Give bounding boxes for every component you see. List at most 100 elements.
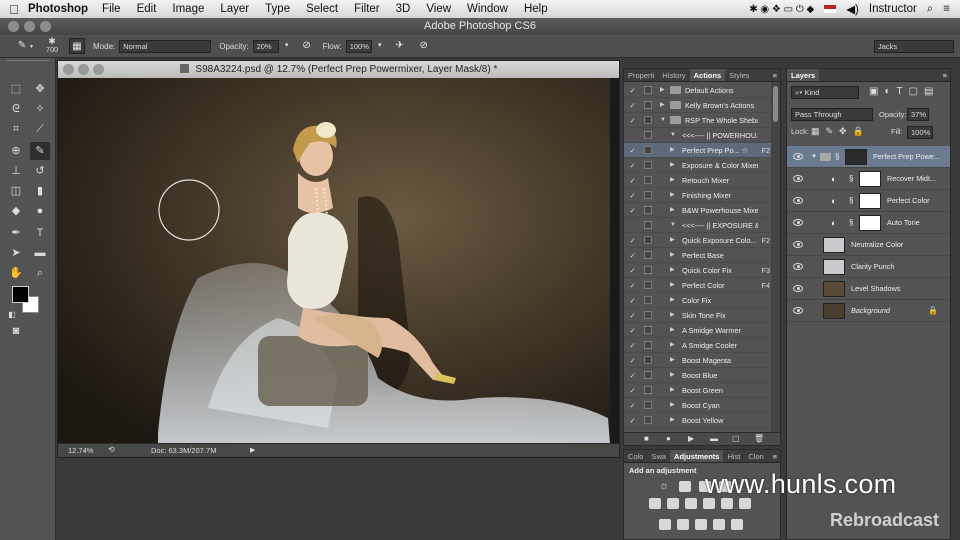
minimize-document-button[interactable] [78,64,89,75]
foreground-color-swatch[interactable] [12,286,29,303]
actions-scroll-thumb[interactable] [773,86,778,122]
marquee-tool-icon[interactable]: ⬚ [6,80,26,98]
layer-row[interactable]: Background 🔒 [787,300,950,322]
visibility-eye-icon[interactable] [793,285,803,292]
zoom-reset-icon[interactable]: ⟲ [108,445,115,454]
eyedropper-tool-icon[interactable]: ⟋ [30,120,50,138]
tab-layers[interactable]: Layers [787,69,820,81]
menu-filter[interactable]: Filter [354,3,380,15]
dialog-toggle-box[interactable] [644,401,652,409]
collapsed-triangle-icon[interactable]: ▶ [670,368,675,383]
menu-image[interactable]: Image [172,3,204,15]
blend-mode-select[interactable]: Pass Through [791,108,873,121]
apple-menu-icon[interactable]:  [0,2,28,17]
tab-clone-source[interactable]: Clon [744,450,767,462]
layer-row[interactable]: Neutralize Color [787,234,950,256]
user-menu[interactable]: Instructor [869,3,917,15]
dialog-toggle-box[interactable] [644,386,652,394]
checkmark-icon[interactable]: ✓ [628,113,637,128]
dialog-toggle-box[interactable] [644,341,652,349]
action-row[interactable]: ✓ ▶ Retouch Mixer [624,173,772,188]
collapsed-triangle-icon[interactable]: ▶ [660,83,665,98]
new-set-folder-icon[interactable]: ▬ [710,434,718,443]
collapsed-triangle-icon[interactable]: ▶ [670,338,675,353]
tab-properties[interactable]: Properti [624,69,658,81]
blur-tool-icon[interactable]: ◆ [6,202,26,220]
checkmark-icon[interactable]: ✓ [628,353,637,368]
action-row[interactable]: ✓ ▶ Boost Yellow [624,413,772,428]
layer-row[interactable]: ◐ § Auto Tone [787,212,950,234]
action-row[interactable]: ✓ ▶ Boost Blue [624,368,772,383]
path-selection-tool-icon[interactable]: ➤ [6,244,26,262]
dialog-toggle-box[interactable] [644,146,652,154]
dialog-toggle-box[interactable] [644,311,652,319]
collapsed-triangle-icon[interactable]: ▶ [670,188,675,203]
checkmark-icon[interactable]: ✓ [628,203,637,218]
status-menu-arrow-icon[interactable]: ▶ [250,446,255,454]
menu-file[interactable]: File [102,3,121,15]
dialog-toggle-box[interactable] [644,191,652,199]
delete-action-icon[interactable]: 🗑 [754,434,764,443]
layer-row[interactable]: ◐ § Perfect Color [787,190,950,212]
menu-help[interactable]: Help [524,3,548,15]
opacity-dropdown-icon[interactable]: ▾ [279,38,295,54]
expanded-triangle-icon[interactable]: ▼ [660,113,666,128]
mask-link-icon[interactable]: § [849,168,853,190]
dialog-toggle-box[interactable] [644,281,652,289]
expanded-triangle-icon[interactable]: ▼ [670,218,676,233]
layer-thumbnail[interactable] [823,259,845,275]
layer-row[interactable]: ▼ § Perfect Prep Powe... [787,146,950,168]
collapsed-triangle-icon[interactable]: ▶ [660,98,665,113]
chevron-down-icon[interactable]: ▾ [30,43,33,50]
checkmark-icon[interactable]: ✓ [628,173,637,188]
tools-panel-grip[interactable] [6,60,50,66]
layer-thumbnail[interactable] [823,303,845,319]
checkmark-icon[interactable]: ✓ [628,413,637,428]
checkmark-icon[interactable]: ✓ [628,98,637,113]
checkmark-icon[interactable]: ✓ [628,188,637,203]
history-brush-tool-icon[interactable]: ↺ [30,162,50,180]
action-row[interactable]: ✓ ▶ Kelly Brown's Actions [624,98,772,113]
action-row[interactable]: ▼ <<<---- || EXPOSURE &... [624,218,772,233]
dialog-toggle-box[interactable] [644,236,652,244]
checkmark-icon[interactable]: ✓ [628,233,637,248]
checkmark-icon[interactable]: ✓ [628,278,637,293]
dialog-toggle-box[interactable] [644,206,652,214]
healing-brush-tool-icon[interactable]: ⊕ [6,142,26,160]
pressure-size-icon[interactable]: ⊘ [416,38,432,54]
brush-tool-icon[interactable]: ✎ [30,142,50,160]
collapsed-triangle-icon[interactable]: ▶ [670,143,675,158]
dialog-toggle-box[interactable] [644,356,652,364]
action-row[interactable]: ✓ ▶ Boost Cyan [624,398,772,413]
dialog-toggle-box[interactable] [644,161,652,169]
flow-dropdown-icon[interactable]: ▾ [372,38,388,54]
layers-menu-icon[interactable]: ≡ [943,69,950,81]
mask-link-icon[interactable]: § [835,146,839,168]
magic-wand-tool-icon[interactable]: ✧ [30,100,50,118]
action-row[interactable]: ✓ ▶ B&W Powerhouse Mixer [624,203,772,218]
action-row[interactable]: ✓ ▶ Perfect Base [624,248,772,263]
color-balance-icon[interactable] [685,498,697,509]
menu-select[interactable]: Select [306,3,338,15]
workspace-select[interactable]: Jacks [874,39,954,53]
action-row[interactable]: ✓ ▶ Skin Tone Fix [624,308,772,323]
expanded-triangle-icon[interactable]: ▼ [670,128,676,143]
invert-icon[interactable] [659,519,671,530]
tab-adjustments[interactable]: Adjustments [670,450,724,462]
dialog-toggle-box[interactable] [644,416,652,424]
record-action-icon[interactable]: ● [666,434,671,443]
dodge-tool-icon[interactable]: ● [30,202,50,220]
mode-select[interactable]: Normal [119,39,212,53]
collapsed-triangle-icon[interactable]: ▶ [670,263,675,278]
action-row[interactable]: ✓ ▶ A Smidge Warmer [624,323,772,338]
menu-window[interactable]: Window [467,3,508,15]
tab-actions[interactable]: Actions [689,69,726,81]
collapsed-triangle-icon[interactable]: ▶ [670,158,675,173]
layer-filter-select[interactable]: ⌕▾ Kind [791,86,861,99]
eraser-tool-icon[interactable]: ◫ [6,182,26,200]
rectangle-tool-icon[interactable]: ▬ [30,244,50,262]
collapsed-triangle-icon[interactable]: ▶ [670,323,675,338]
dialog-toggle-box[interactable] [644,371,652,379]
gradient-tool-icon[interactable]: ▮ [30,182,50,200]
action-row[interactable]: ✓ ▶ Quick Exposure Colo... F2 [624,233,772,248]
